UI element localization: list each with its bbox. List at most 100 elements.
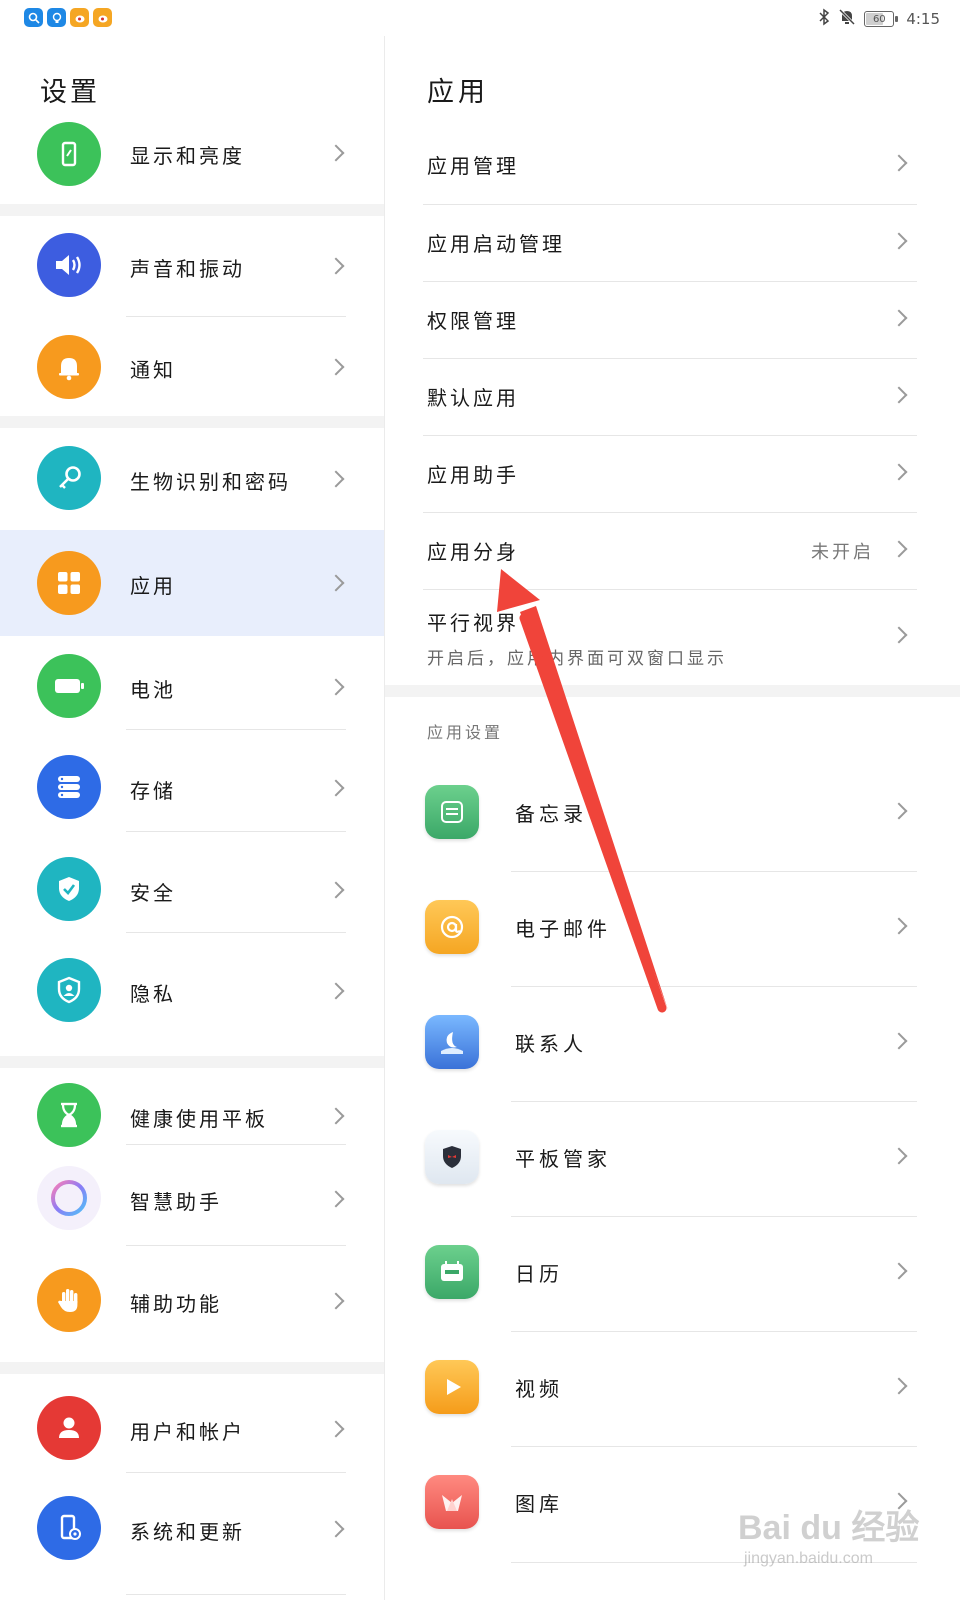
chevron-right-icon [890, 386, 908, 404]
settings-item-label: 隐私 [130, 982, 176, 1006]
settings-item-label: 存储 [130, 779, 176, 803]
app-row-calendar[interactable]: 日历 [385, 1216, 960, 1328]
weibo-app-icon [93, 8, 112, 27]
app-row-contacts[interactable]: 联系人 [385, 986, 960, 1098]
clock: 4:15 [906, 10, 940, 28]
row-app-launch-management[interactable]: 应用启动管理 [385, 204, 960, 280]
assistant-ring-icon [37, 1166, 101, 1230]
notes-app-icon [425, 785, 479, 839]
settings-item-label: 电池 [130, 678, 176, 702]
chevron-right-icon [327, 144, 345, 162]
settings-item-biometrics[interactable]: 生物识别和密码 [0, 436, 384, 520]
row-label: 应用助手 [427, 463, 519, 487]
display-icon [37, 122, 101, 186]
row-permission-management[interactable]: 权限管理 [385, 281, 960, 357]
chevron-right-icon [890, 232, 908, 250]
chevron-right-icon [890, 626, 908, 644]
chevron-right-icon [327, 779, 345, 797]
status-right: 60 4:15 [818, 8, 940, 30]
group-divider [0, 204, 384, 216]
video-app-icon [425, 1360, 479, 1414]
group-divider [0, 1362, 384, 1374]
contacts-app-icon [425, 1015, 479, 1069]
row-parallel-view[interactable]: 平行视界 开启后，应用内界面可双窗口显示 [385, 589, 960, 683]
chevron-right-icon [890, 1262, 908, 1280]
speaker-icon [37, 233, 101, 297]
app-row-label: 日历 [515, 1262, 563, 1286]
row-app-assistant[interactable]: 应用助手 [385, 435, 960, 511]
app-row-notes[interactable]: 备忘录 [385, 756, 960, 868]
app-row-label: 电子邮件 [515, 917, 611, 941]
chevron-right-icon [890, 802, 908, 820]
chevron-right-icon [890, 540, 908, 558]
settings-item-apps[interactable]: 应用 [0, 530, 384, 636]
chevron-right-icon [890, 1032, 908, 1050]
app-row-tablet-manager[interactable]: 平板管家 [385, 1101, 960, 1213]
chevron-right-icon [327, 470, 345, 488]
row-status-value: 未开启 [811, 542, 874, 563]
shield-check-icon [37, 857, 101, 921]
settings-item-display[interactable]: 显示和亮度 [0, 118, 384, 190]
user-icon [37, 1396, 101, 1460]
email-app-icon [425, 900, 479, 954]
settings-item-assistant[interactable]: 智慧助手 [0, 1148, 384, 1248]
chevron-right-icon [327, 1292, 345, 1310]
settings-item-label: 安全 [130, 881, 176, 905]
settings-item-security[interactable]: 安全 [0, 838, 384, 940]
group-divider [385, 685, 960, 697]
row-app-twin[interactable]: 应用分身 未开启 [385, 512, 960, 588]
row-label: 应用分身 [427, 540, 519, 564]
settings-item-label: 辅助功能 [130, 1292, 222, 1316]
page-title: 设置 [40, 77, 100, 108]
group-divider [0, 416, 384, 428]
settings-item-accessibility[interactable]: 辅助功能 [0, 1250, 384, 1350]
chevron-right-icon [327, 982, 345, 1000]
system-update-icon [37, 1496, 101, 1560]
chevron-right-icon [890, 1377, 908, 1395]
settings-item-storage[interactable]: 存储 [0, 736, 384, 838]
app-row-label: 联系人 [515, 1032, 587, 1056]
storage-icon [37, 755, 101, 819]
settings-item-battery[interactable]: 电池 [0, 636, 384, 736]
watermark-text: Bai du 经验 [738, 1509, 920, 1547]
row-label: 应用管理 [427, 154, 519, 178]
search-app-icon [24, 8, 43, 27]
chevron-right-icon [327, 678, 345, 696]
chevron-right-icon [327, 257, 345, 275]
divider [126, 1245, 346, 1246]
settings-item-notifications[interactable]: 通知 [0, 326, 384, 408]
row-subtitle: 开启后，应用内界面可双窗口显示 [427, 649, 727, 669]
row-default-apps[interactable]: 默认应用 [385, 358, 960, 434]
mute-bell-icon [838, 8, 856, 30]
calendar-app-icon [425, 1245, 479, 1299]
settings-item-digital-balance[interactable]: 健康使用平板 [0, 1072, 384, 1158]
settings-item-privacy[interactable]: 隐私 [0, 940, 384, 1040]
settings-item-sound[interactable]: 声音和振动 [0, 222, 384, 308]
settings-item-label: 系统和更新 [130, 1520, 245, 1544]
chevron-right-icon [890, 154, 908, 172]
divider [126, 1472, 346, 1473]
privacy-icon [37, 958, 101, 1022]
watermark-url: jingyan.baidu.com [744, 1550, 873, 1567]
battery-indicator: 60 [864, 11, 899, 27]
battery-icon [37, 654, 101, 718]
detail-title: 应用 [427, 77, 489, 108]
app-row-email[interactable]: 电子邮件 [385, 871, 960, 983]
row-app-management[interactable]: 应用管理 [385, 126, 960, 202]
section-title: 应用设置 [427, 723, 504, 742]
settings-item-users-accounts[interactable]: 用户和帐户 [0, 1378, 384, 1478]
settings-item-system-update[interactable]: 系统和更新 [0, 1478, 384, 1578]
weibo-app-icon [70, 8, 89, 27]
settings-item-label: 通知 [130, 358, 176, 382]
settings-item-label: 声音和振动 [130, 257, 245, 281]
bluetooth-icon [818, 8, 830, 30]
app-row-video[interactable]: 视频 [385, 1331, 960, 1443]
settings-item-label: 应用 [130, 574, 176, 598]
chevron-right-icon [890, 463, 908, 481]
apps-grid-icon [37, 551, 101, 615]
app-row-label: 视频 [515, 1377, 563, 1401]
app-row-label: 图库 [515, 1492, 563, 1516]
chevron-right-icon [327, 881, 345, 899]
settings-item-label: 健康使用平板 [130, 1107, 268, 1131]
row-label: 应用启动管理 [427, 232, 565, 256]
